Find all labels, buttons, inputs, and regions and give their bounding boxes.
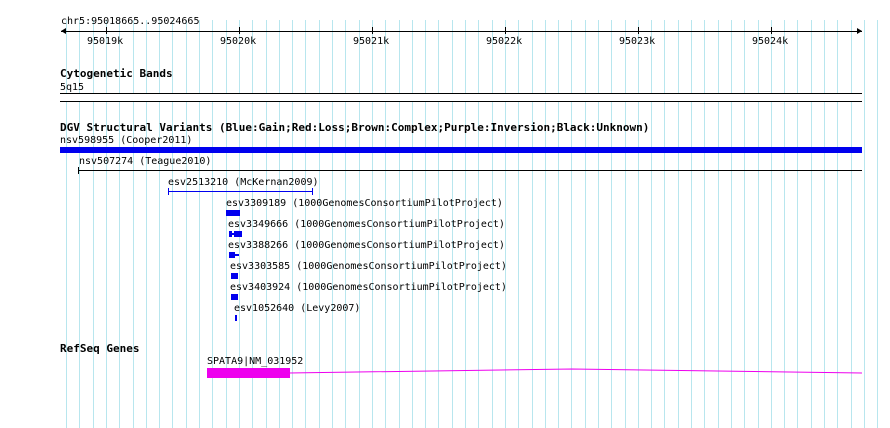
variant-bar[interactable] xyxy=(226,210,240,216)
variant-label: esv2513210 (McKernan2009) xyxy=(168,177,319,188)
cytoband-label: 5q15 xyxy=(60,82,85,93)
variant-bar[interactable] xyxy=(229,252,239,258)
grid-line xyxy=(877,20,878,428)
variant-label: esv3303585 (1000GenomesConsortiumPilotPr… xyxy=(230,261,507,272)
variant-label: esv1052640 (Levy2007) xyxy=(234,303,361,314)
gene-feature[interactable] xyxy=(207,364,862,380)
genome-browser: chr5:95018665..95024665 95019k 95020k 95… xyxy=(0,0,890,428)
cytoband-feature[interactable] xyxy=(60,93,862,102)
variant-label: nsv598955 (Cooper2011) xyxy=(60,135,193,146)
variant-label: esv3388266 (1000GenomesConsortiumPilotPr… xyxy=(228,240,505,251)
ruler-tick xyxy=(505,27,506,34)
cytobands-track-title: Cytogenetic Bands xyxy=(60,67,173,80)
ruler-tick-label: 95019k xyxy=(87,36,124,47)
grid-line xyxy=(146,20,147,428)
grid-line xyxy=(133,20,134,428)
variant-label: esv3309189 (1000GenomesConsortiumPilotPr… xyxy=(226,198,503,209)
ruler-tick-label: 95023k xyxy=(619,36,656,47)
grid-line xyxy=(93,20,94,428)
grid-line xyxy=(106,20,107,428)
ruler-tick xyxy=(771,27,772,34)
variant-bar[interactable] xyxy=(60,147,862,153)
position-label: chr5:95018665..95024665 xyxy=(61,16,200,27)
ruler-tick xyxy=(372,27,373,34)
ruler-tick xyxy=(106,27,107,34)
dgv-track-title: DGV Structural Variants (Blue:Gain;Red:L… xyxy=(60,121,650,134)
variant-bar[interactable] xyxy=(231,294,238,300)
ruler-tick-label: 95024k xyxy=(752,36,789,47)
gene-intron-line xyxy=(288,368,862,374)
grid-line xyxy=(119,20,120,428)
variant-bar[interactable] xyxy=(231,273,238,279)
variant-label: esv3403924 (1000GenomesConsortiumPilotPr… xyxy=(230,282,507,293)
variant-bar[interactable] xyxy=(78,167,862,174)
grid-line xyxy=(186,20,187,428)
grid-line xyxy=(864,20,865,428)
ruler[interactable] xyxy=(61,28,862,40)
grid-line xyxy=(172,20,173,428)
variant-bar[interactable] xyxy=(235,315,237,321)
variant-label: nsv507274 (Teague2010) xyxy=(79,156,212,167)
grid-line xyxy=(159,20,160,428)
ruler-tick xyxy=(239,27,240,34)
variant-bar[interactable] xyxy=(168,188,313,195)
ruler-tick xyxy=(638,27,639,34)
grid-line xyxy=(199,20,200,428)
refseq-track-title: RefSeq Genes xyxy=(60,342,140,355)
ruler-left-arrow-icon xyxy=(61,28,66,34)
ruler-right-arrow-icon xyxy=(857,28,862,34)
variant-label: esv3349666 (1000GenomesConsortiumPilotPr… xyxy=(228,219,505,230)
variant-bar[interactable] xyxy=(229,231,242,237)
ruler-tick-label: 95020k xyxy=(220,36,257,47)
ruler-tick-label: 95021k xyxy=(353,36,390,47)
ruler-tick-label: 95022k xyxy=(486,36,523,47)
